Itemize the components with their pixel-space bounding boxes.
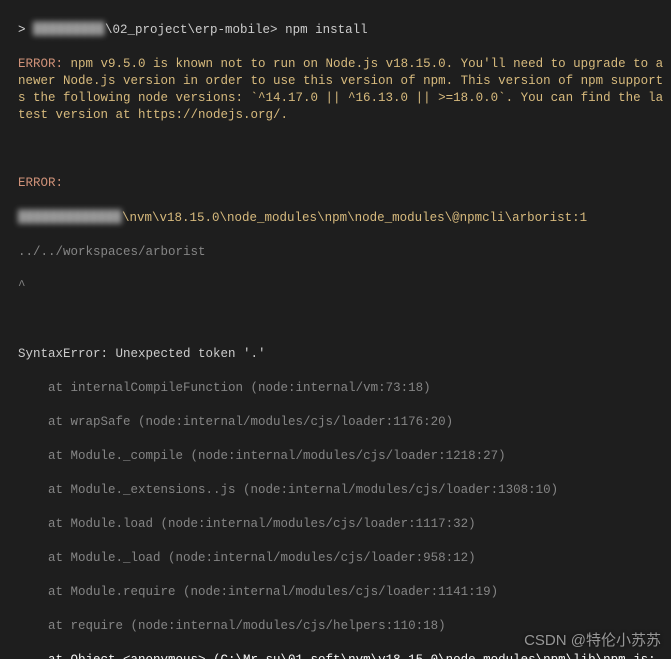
prompt-line: > █████████\02_project\erp-mobile> npm i… [18, 21, 669, 39]
error-path-line: █████████████\nvm\v18.15.0\node_modules\… [18, 209, 669, 227]
stack-frame: at Module._extensions..js (node:internal… [18, 482, 669, 499]
blank [18, 312, 669, 329]
stack-frame: at Module.load (node:internal/modules/cj… [18, 516, 669, 533]
caret-mark: ^ [18, 278, 669, 295]
error-msg-1: ERROR: npm v9.5.0 is known not to run on… [18, 56, 669, 124]
prompt-symbol: > [18, 23, 33, 37]
stack-frame: at Module._compile (node:internal/module… [18, 448, 669, 465]
blank [18, 141, 669, 158]
error-body: npm v9.5.0 is known not to run on Node.j… [18, 57, 671, 122]
stack-frame: at Module._load (node:internal/modules/c… [18, 550, 669, 567]
obscured-path-2: █████████████ [18, 209, 122, 226]
stack-frame: at internalCompileFunction (node:interna… [18, 380, 669, 397]
command: npm install [285, 23, 368, 37]
syntax-error: SyntaxError: Unexpected token '.' [18, 346, 669, 363]
stack-frame: at wrapSafe (node:internal/modules/cjs/l… [18, 414, 669, 431]
error-path-rest: \nvm\v18.15.0\node_modules\npm\node_modu… [122, 211, 587, 225]
stack-frame: at Module.require (node:internal/modules… [18, 584, 669, 601]
prompt-path: \02_project\erp-mobile> [105, 23, 285, 37]
obscured-path: █████████ [33, 21, 105, 38]
error-header: ERROR: [18, 175, 669, 192]
stack-frame-highlight: at Object.<anonymous> (C:\Mr_su\01_soft\… [18, 652, 669, 659]
error-prefix: ERROR: [18, 57, 63, 71]
workspaces-line: ../../workspaces/arborist [18, 244, 669, 261]
watermark: CSDN @特伦小苏苏 [524, 632, 661, 649]
terminal-output[interactable]: > █████████\02_project\erp-mobile> npm i… [0, 0, 671, 659]
